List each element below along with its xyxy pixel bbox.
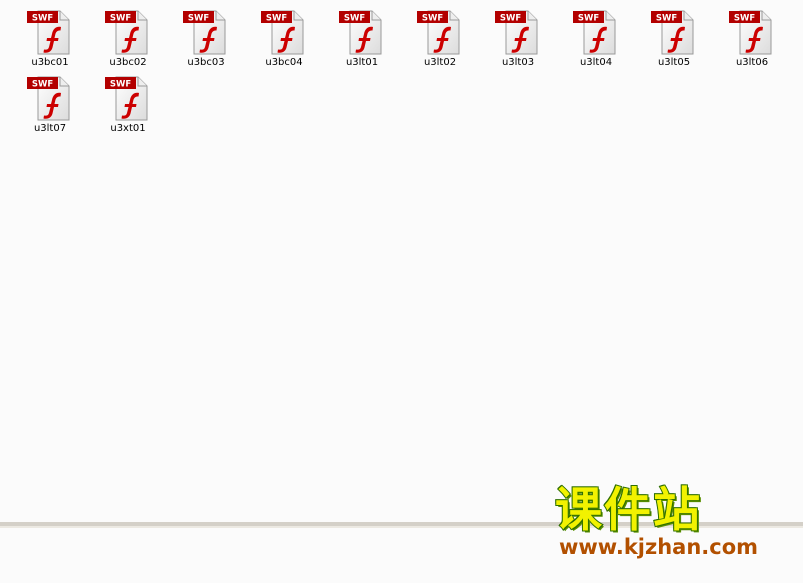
swf-badge-text: SWF bbox=[422, 14, 443, 24]
file-name-label: u3bc04 bbox=[265, 57, 303, 68]
file-name-label: u3lt04 bbox=[579, 57, 613, 68]
file-item-u3lt03[interactable]: SWF u3lt03 bbox=[479, 8, 557, 74]
watermark-logo: 课件站 www.kjzhan.com bbox=[553, 483, 793, 563]
swf-badge-text: SWF bbox=[656, 14, 677, 24]
file-item-u3lt06[interactable]: SWF u3lt06 bbox=[713, 8, 791, 74]
file-name-label: u3bc01 bbox=[31, 57, 69, 68]
file-grid: SWF u3bc01 SWF u3bc02 SWF u3bc03 SWF u3b… bbox=[11, 8, 801, 140]
file-name-label: u3bc02 bbox=[109, 57, 147, 68]
file-name-label: u3lt01 bbox=[345, 57, 379, 68]
file-name-label: u3xt01 bbox=[110, 123, 146, 134]
file-item-u3xt01[interactable]: SWF u3xt01 bbox=[89, 74, 167, 140]
swf-file-icon: SWF bbox=[27, 76, 70, 121]
file-item-u3bc01[interactable]: SWF u3bc01 bbox=[11, 8, 89, 74]
swf-file-icon: SWF bbox=[27, 10, 70, 55]
swf-badge-text: SWF bbox=[344, 14, 365, 24]
file-name-label: u3lt03 bbox=[501, 57, 535, 68]
file-item-u3bc04[interactable]: SWF u3bc04 bbox=[245, 8, 323, 74]
file-name-label: u3lt07 bbox=[33, 123, 67, 134]
swf-badge-text: SWF bbox=[188, 14, 209, 24]
file-item-u3lt07[interactable]: SWF u3lt07 bbox=[11, 74, 89, 140]
swf-file-icon: SWF bbox=[105, 76, 148, 121]
swf-file-icon: SWF bbox=[495, 10, 538, 55]
file-item-u3lt01[interactable]: SWF u3lt01 bbox=[323, 8, 401, 74]
swf-badge-text: SWF bbox=[500, 14, 521, 24]
file-name-label: u3lt02 bbox=[423, 57, 457, 68]
swf-file-icon: SWF bbox=[729, 10, 772, 55]
file-name-label: u3lt05 bbox=[657, 57, 691, 68]
swf-badge-text: SWF bbox=[578, 14, 599, 24]
file-item-u3lt05[interactable]: SWF u3lt05 bbox=[635, 8, 713, 74]
swf-badge-text: SWF bbox=[734, 14, 755, 24]
swf-badge-text: SWF bbox=[110, 14, 131, 24]
file-name-label: u3lt06 bbox=[735, 57, 769, 68]
file-list-view[interactable]: SWF u3bc01 SWF u3bc02 SWF u3bc03 SWF u3b… bbox=[0, 0, 803, 522]
swf-file-icon: SWF bbox=[573, 10, 616, 55]
swf-file-icon: SWF bbox=[651, 10, 694, 55]
file-item-u3bc02[interactable]: SWF u3bc02 bbox=[89, 8, 167, 74]
file-name-label: u3bc03 bbox=[187, 57, 225, 68]
swf-badge-text: SWF bbox=[32, 80, 53, 90]
file-item-u3lt04[interactable]: SWF u3lt04 bbox=[557, 8, 635, 74]
swf-badge-text: SWF bbox=[32, 14, 53, 24]
swf-file-icon: SWF bbox=[105, 10, 148, 55]
watermark-chinese-text: 课件站 bbox=[554, 483, 702, 538]
file-item-u3bc03[interactable]: SWF u3bc03 bbox=[167, 8, 245, 74]
swf-badge-text: SWF bbox=[110, 80, 131, 90]
watermark-url-text: www.kjzhan.com bbox=[559, 535, 759, 559]
swf-file-icon: SWF bbox=[183, 10, 226, 55]
swf-badge-text: SWF bbox=[266, 14, 287, 24]
swf-file-icon: SWF bbox=[261, 10, 304, 55]
swf-file-icon: SWF bbox=[339, 10, 382, 55]
file-item-u3lt02[interactable]: SWF u3lt02 bbox=[401, 8, 479, 74]
swf-file-icon: SWF bbox=[417, 10, 460, 55]
